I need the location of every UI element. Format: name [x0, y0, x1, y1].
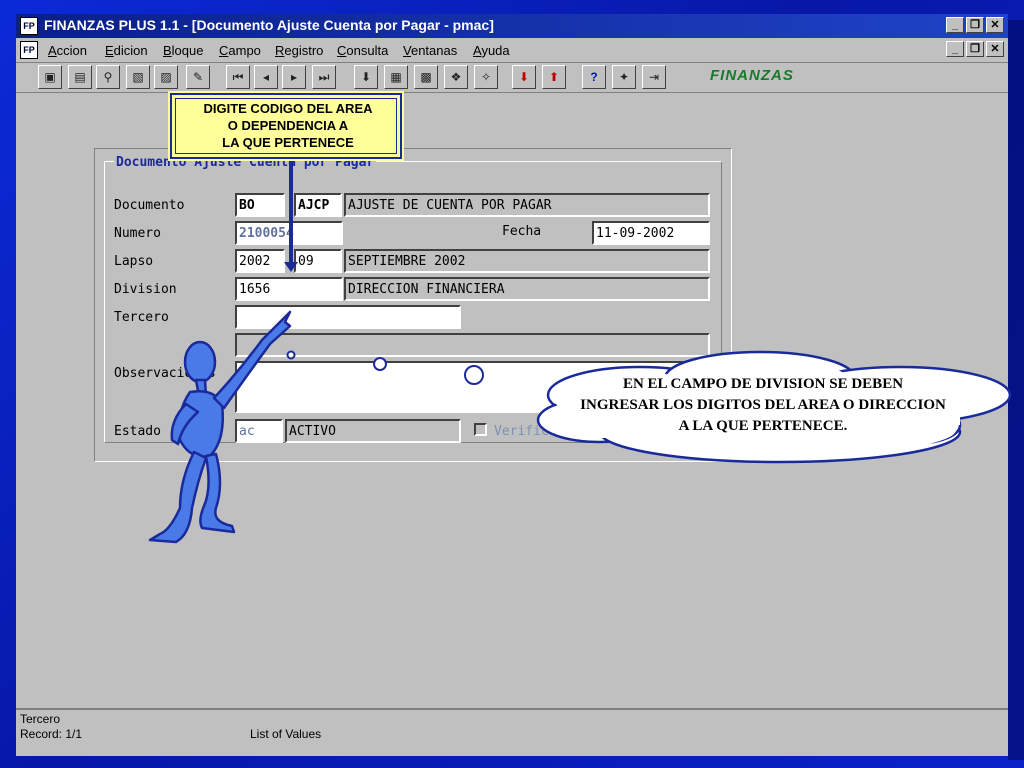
instruction-note: DIGITE CODIGO DEL AREA O DEPENDENCIA A L…	[168, 91, 404, 161]
cloud-line-1: EN EL CAMPO DE DIVISION SE DEBEN	[622, 376, 904, 392]
next-record-icon[interactable]: ▸	[282, 65, 306, 89]
lapso-year-field[interactable]: 2002	[235, 249, 285, 273]
doc-type-field[interactable]: AJCP	[294, 193, 342, 217]
toolbar: ▣ ▤ ⚲ ▧ ▨ ✎ ⏮ ◂ ▸ ⏭ ⬇ ▦ ▩ ❖ ✧ ⬇ ⬆ ? ✦ ⇥ …	[16, 63, 1008, 91]
label-observaciones: Observaciones	[114, 366, 216, 381]
title-bar: FP FINANZAS PLUS 1.1 - [Documento Ajuste…	[16, 14, 1008, 38]
clear-icon[interactable]: ▨	[154, 65, 178, 89]
lapso-desc-field: SEPTIEMBRE 2002	[344, 249, 710, 273]
app-icon[interactable]: FP	[20, 17, 38, 35]
menu-ventanas[interactable]: Ventanas	[403, 43, 457, 58]
prev-record-icon[interactable]: ◂	[254, 65, 278, 89]
label-tercero: Tercero	[114, 310, 169, 325]
numero-field[interactable]: 2100054	[235, 221, 343, 245]
label-lapso: Lapso	[114, 254, 154, 269]
red-up-icon[interactable]: ⬆	[542, 65, 566, 89]
division-desc-field: DIRECCION FINANCIERA	[344, 277, 710, 301]
delete-icon[interactable]: ▧	[126, 65, 150, 89]
status-hint: List of Values	[250, 727, 322, 741]
edit-icon[interactable]: ✎	[186, 65, 210, 89]
close-button[interactable]: ✕	[986, 17, 1004, 33]
window-shadow	[1008, 20, 1024, 760]
menu-edicion[interactable]: Edicion	[105, 43, 148, 58]
download-icon[interactable]: ⬇	[354, 65, 378, 89]
add-record-icon[interactable]: ▤	[68, 65, 92, 89]
exit-icon[interactable]: ⇥	[642, 65, 666, 89]
label-numero: Numero	[114, 226, 161, 241]
doc-minimize-button[interactable]: _	[946, 41, 964, 57]
fecha-field[interactable]: 11-09-2002	[592, 221, 710, 245]
restore-button[interactable]: ❐	[966, 17, 984, 33]
menu-accion[interactable]: Accion	[48, 43, 87, 58]
label-estado: Estado	[114, 424, 161, 439]
label-fecha: Fecha	[502, 224, 542, 239]
status-record: Record: 1/1	[20, 727, 83, 741]
status-field-name: Tercero	[20, 712, 61, 726]
document-icon[interactable]: FP	[20, 41, 38, 59]
lapso-month-field[interactable]: 09	[294, 249, 342, 273]
cloud-line-2: INGRESAR LOS DIGITOS DEL AREA O DIRECCIO…	[580, 397, 946, 413]
form-icon[interactable]: ▩	[414, 65, 438, 89]
list-icon[interactable]: ▦	[384, 65, 408, 89]
run-icon[interactable]: ✧	[474, 65, 498, 89]
verificado-checkbox[interactable]	[474, 423, 487, 436]
finanzas-logo: FINANZAS	[710, 67, 794, 84]
menu-bloque[interactable]: Bloque	[163, 43, 203, 58]
note-line-2: O DEPENDENCIA A	[227, 118, 349, 133]
find-icon[interactable]: ⚲	[96, 65, 120, 89]
last-record-icon[interactable]: ⏭	[312, 65, 336, 89]
first-record-icon[interactable]: ⏮	[226, 65, 250, 89]
doc-close-button[interactable]: ✕	[986, 41, 1004, 57]
red-down-icon[interactable]: ⬇	[512, 65, 536, 89]
save-icon[interactable]: ▣	[38, 65, 62, 89]
doc-desc-field: AJUSTE DE CUENTA POR PAGAR	[344, 193, 710, 217]
menu-registro[interactable]: Registro	[275, 43, 323, 58]
menu-ayuda[interactable]: Ayuda	[473, 43, 510, 58]
note-line-3: LA QUE PERTENECE	[222, 135, 354, 150]
label-documento: Documento	[114, 198, 185, 213]
tercero-field[interactable]	[235, 305, 461, 329]
doc-code-field[interactable]: BO	[235, 193, 285, 217]
status-bar: Tercero Record: 1/1 List of Values	[16, 708, 1008, 756]
doc-restore-button[interactable]: ❐	[966, 41, 984, 57]
help-icon[interactable]: ?	[582, 65, 606, 89]
tools-icon[interactable]: ✦	[612, 65, 636, 89]
window-title: FINANZAS PLUS 1.1 - [Documento Ajuste Cu…	[44, 17, 494, 33]
estado-desc-field: ACTIVO	[285, 419, 461, 443]
menu-bar: FP Accion Edicion Bloque Campo Registro …	[16, 38, 1008, 63]
note-line-1: DIGITE CODIGO DEL AREA	[203, 101, 373, 116]
minimize-button[interactable]: _	[946, 17, 964, 33]
query-icon[interactable]: ❖	[444, 65, 468, 89]
tercero-desc-field	[235, 333, 710, 357]
menu-campo[interactable]: Campo	[219, 43, 261, 58]
cloud-line-3: A LA QUE PERTENECE.	[678, 418, 848, 434]
estado-code-field[interactable]: ac	[235, 419, 283, 443]
menu-consulta[interactable]: Consulta	[337, 43, 388, 58]
division-code-field[interactable]: 1656	[235, 277, 343, 301]
scroll-up-icon[interactable]: ▲	[694, 361, 710, 377]
label-division: Division	[114, 282, 177, 297]
